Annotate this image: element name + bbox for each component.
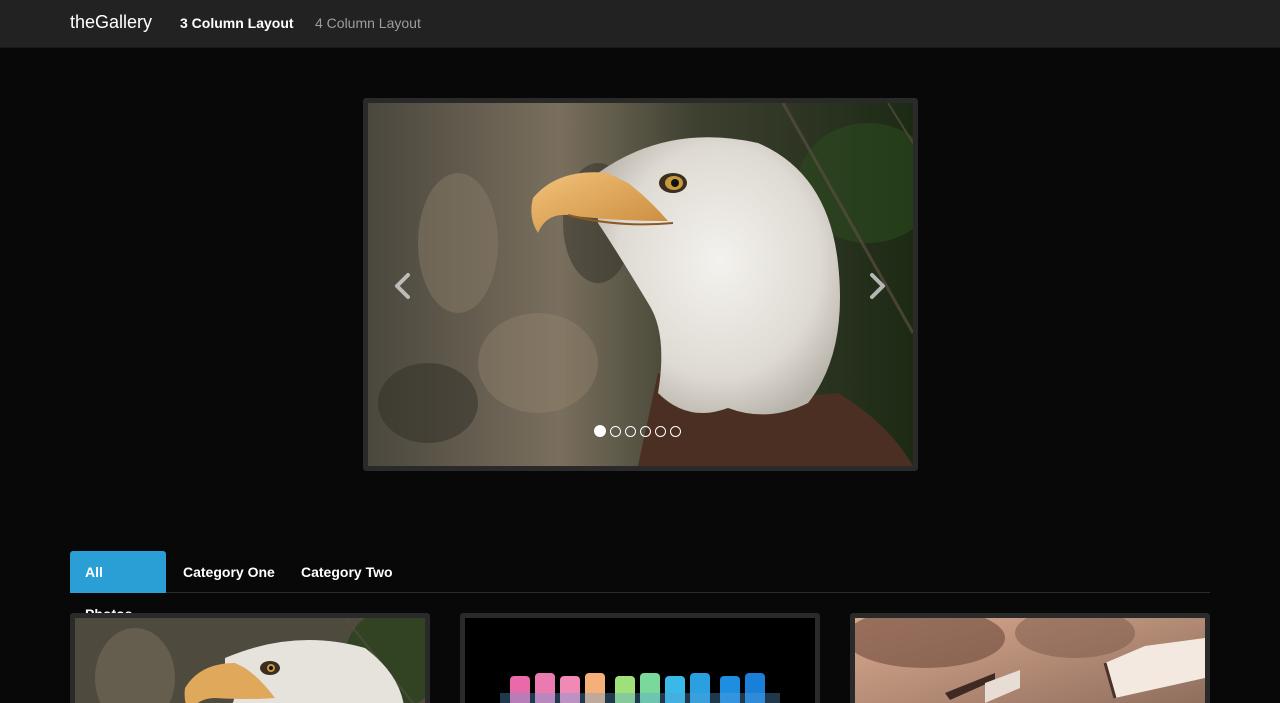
carousel-indicator-6[interactable] (670, 425, 681, 437)
carousel-prev-button[interactable] (390, 271, 414, 301)
carousel-indicator-1[interactable] (594, 425, 606, 437)
nav-3-column-layout[interactable]: 3 Column Layout (180, 15, 294, 31)
top-navbar: theGallery 3 Column Layout 4 Column Layo… (0, 0, 1280, 48)
carousel-indicators (594, 424, 681, 438)
gallery-thumbnail-cups[interactable] (460, 613, 820, 703)
carousel-indicator-4[interactable] (640, 425, 651, 437)
carousel-slide-eagle-image (368, 103, 913, 466)
carousel-indicator-3[interactable] (625, 425, 636, 437)
category-tabs: All Photos Category One Category Two (70, 551, 1210, 622)
tab-category-two[interactable]: Category Two (286, 551, 408, 593)
carousel-indicator-5[interactable] (655, 425, 666, 437)
carousel-next-button[interactable] (866, 271, 890, 301)
gallery-thumbnail-eagle[interactable] (70, 613, 430, 703)
chevron-left-icon (395, 273, 410, 299)
chevron-right-icon (870, 273, 885, 299)
benches-thumbnail-image (855, 618, 1205, 703)
tab-all-photos[interactable]: All Photos (70, 551, 166, 622)
gallery-thumbnail-benches[interactable] (850, 613, 1210, 703)
image-carousel (363, 98, 918, 471)
nav-4-column-layout[interactable]: 4 Column Layout (315, 15, 421, 31)
eagle-thumbnail-image (75, 618, 425, 703)
carousel-indicator-2[interactable] (610, 425, 621, 437)
cups-thumbnail-image (465, 618, 815, 703)
brand-link[interactable]: theGallery (70, 12, 152, 33)
tab-category-one[interactable]: Category One (168, 551, 290, 593)
